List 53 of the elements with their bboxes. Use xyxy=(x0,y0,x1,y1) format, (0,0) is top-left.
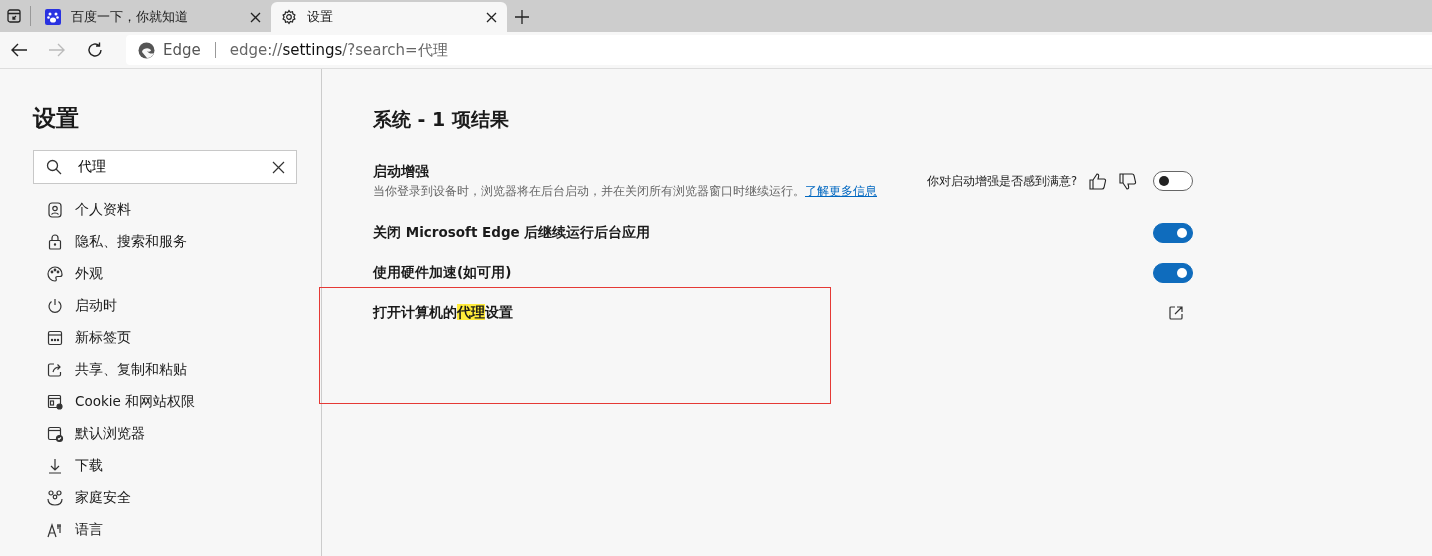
palette-icon xyxy=(46,265,64,283)
section-heading: 系统 - 1 项结果 xyxy=(373,107,510,132)
thumbs-up-icon[interactable] xyxy=(1089,172,1107,190)
browser-check-icon xyxy=(46,425,64,443)
sidebar-item[interactable]: 默认浏览器 xyxy=(33,418,321,450)
address-bar[interactable]: Edge edge://settings/?search=代理 xyxy=(126,35,1432,65)
clear-icon[interactable] xyxy=(272,161,285,174)
setting-description: 当你登录到设备时，浏览器将在后台启动，并在关闭所有浏览器窗口时继续运行。了解更多信息 xyxy=(373,184,878,199)
toggle-switch[interactable] xyxy=(1153,223,1193,243)
share-icon xyxy=(46,361,64,379)
sidebar-item[interactable]: 隐私、搜索和服务 xyxy=(33,226,321,258)
close-icon[interactable] xyxy=(250,11,261,23)
sidebar-item[interactable]: 家庭安全 xyxy=(33,482,321,514)
sidebar-item[interactable]: 新标签页 xyxy=(33,322,321,354)
download-icon xyxy=(46,457,64,475)
refresh-icon[interactable] xyxy=(86,41,104,59)
sidebar-item[interactable]: 启动时 xyxy=(33,290,321,322)
browser-tab[interactable]: 百度一下，你就知道 xyxy=(35,2,271,32)
toggle-switch[interactable] xyxy=(1153,263,1193,283)
edge-logo-icon xyxy=(138,41,155,59)
learn-more-link[interactable]: 了解更多信息 xyxy=(805,184,877,198)
search-icon xyxy=(46,159,62,175)
power-icon xyxy=(46,297,64,315)
sidebar-item[interactable]: 外观 xyxy=(33,258,321,290)
close-icon[interactable] xyxy=(486,11,497,23)
sidebar-item[interactable]: 语言 xyxy=(33,514,321,546)
url-text: edge://settings/?search=代理 xyxy=(229,40,448,60)
sidebar-item[interactable]: Cookie 和网站权限 xyxy=(33,386,321,418)
setting-title: 启动增强 xyxy=(373,163,430,181)
family-icon xyxy=(46,489,64,507)
setting-title: 使用硬件加速(如可用) xyxy=(373,264,513,282)
language-icon xyxy=(46,521,64,539)
paw-icon xyxy=(45,9,61,25)
setting-title: 关闭 Microsoft Edge 后继续运行后台应用 xyxy=(373,224,652,242)
sidebar-item[interactable]: 个人资料 xyxy=(33,194,321,226)
new-tab-icon[interactable] xyxy=(514,9,530,25)
external-link-icon[interactable] xyxy=(1169,306,1183,320)
lock-icon xyxy=(46,233,64,251)
settings-title: 设置 xyxy=(33,104,80,133)
sidebar-item[interactable]: 共享、复制和粘贴 xyxy=(33,354,321,386)
search-field[interactable]: 代理 xyxy=(33,150,297,184)
settings-icon xyxy=(281,9,297,25)
browser-tab[interactable]: 设置 xyxy=(271,2,507,32)
sidebar-item[interactable]: 下载 xyxy=(33,450,321,482)
feedback-question: 你对启动增强是否感到满意? xyxy=(926,173,1077,189)
cookie-settings-icon xyxy=(46,393,64,411)
setting-title: 打开计算机的代理设置 xyxy=(373,304,514,322)
toggle-switch[interactable] xyxy=(1153,171,1193,191)
site-label: Edge xyxy=(163,41,201,59)
back-icon[interactable] xyxy=(10,42,28,58)
profile-icon xyxy=(46,201,64,219)
thumbs-down-icon[interactable] xyxy=(1119,172,1137,190)
new-tab-icon xyxy=(46,329,64,347)
